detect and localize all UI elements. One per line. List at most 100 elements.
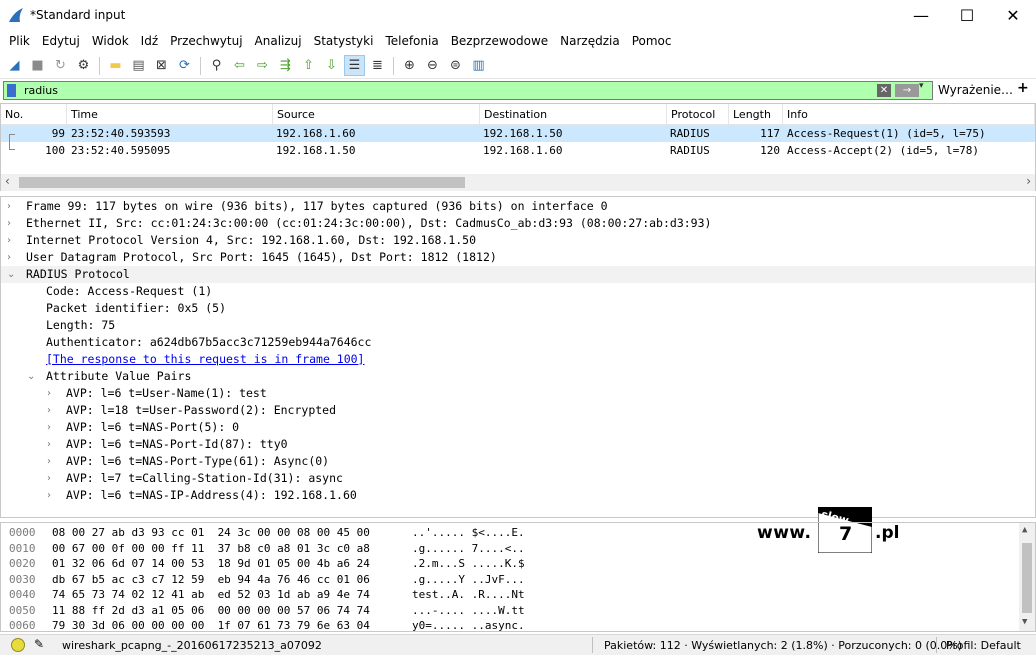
tree-item[interactable]: › Ethernet II, Src: cc:01:24:3c:00:00 (cc… (1, 215, 1035, 232)
scroll-thumb[interactable] (1022, 543, 1032, 613)
hex-row[interactable]: 0030 db 67 b5 ac c3 c7 12 59 eb 94 4a 76 … (1, 572, 1018, 587)
maximize-button[interactable]: ☐ (944, 0, 990, 31)
tree-item[interactable]: › Internet Protocol Version 4, Src: 192.1… (1, 232, 1035, 249)
hex-bytes[interactable]: 11 88 ff 2d d3 a1 05 06 00 00 00 00 57 0… (52, 603, 370, 618)
go-forward-icon[interactable]: ⇨ (252, 55, 273, 76)
hex-ascii[interactable]: ..'..... $<....E. (412, 525, 525, 540)
add-filter-button[interactable]: + (1017, 80, 1029, 96)
tree-item[interactable]: ⌄ Attribute Value Pairs (1, 368, 1035, 385)
tree-item[interactable]: Length: 75 (1, 317, 1035, 334)
hex-row[interactable]: 0000 08 00 27 ab d3 93 cc 01 24 3c 00 00 … (1, 525, 1018, 540)
expand-arrow-icon[interactable]: › (47, 470, 51, 487)
column-header-protocol[interactable]: Protocol (667, 104, 729, 125)
close-file-icon[interactable]: ⊠ (151, 55, 172, 76)
tree-item[interactable]: › User Datagram Protocol, Src Port: 1645 … (1, 249, 1035, 266)
tree-item[interactable]: › AVP: l=6 t=User-Name(1): test (1, 385, 1035, 402)
go-to-packet-icon[interactable]: ⇶ (275, 55, 296, 76)
tree-item[interactable]: › AVP: l=7 t=Calling-Station-Id(31): asyn… (1, 470, 1035, 487)
filter-value[interactable]: radius (24, 84, 58, 97)
scroll-right-icon[interactable]: › (1026, 174, 1031, 188)
expand-arrow-icon[interactable]: › (7, 232, 11, 249)
expand-arrow-icon[interactable]: › (47, 419, 51, 436)
hex-row[interactable]: 0040 74 65 73 74 02 12 41 ab ed 52 03 1d … (1, 587, 1018, 602)
column-header-destination[interactable]: Destination (480, 104, 667, 125)
packet-row[interactable]: 100 23:52:40.595095 192.168.1.50 192.168.1.… (1, 142, 1035, 159)
hex-row[interactable]: 0010 00 67 00 0f 00 00 ff 11 37 b8 c0 a8 … (1, 541, 1018, 556)
column-header-source[interactable]: Source (273, 104, 480, 125)
hex-bytes[interactable]: 79 30 3d 06 00 00 00 00 1f 07 61 73 79 6… (52, 618, 370, 633)
hex-bytes[interactable]: 08 00 27 ab d3 93 cc 01 24 3c 00 00 08 0… (52, 525, 370, 540)
profile-status[interactable]: Profil: Default (946, 639, 1021, 652)
tree-item[interactable]: › AVP: l=18 t=User-Password(2): Encrypted (1, 402, 1035, 419)
menu-item-4[interactable]: Przechwytuj (164, 31, 248, 52)
zoom-out-icon[interactable]: ⊖ (422, 55, 443, 76)
response-frame-link[interactable]: [The response to this request is in fram… (46, 351, 365, 368)
save-file-icon[interactable]: ▤ (128, 55, 149, 76)
minimize-button[interactable]: — (898, 0, 944, 31)
menu-item-3[interactable]: Idź (135, 31, 164, 52)
hex-bytes[interactable]: 00 67 00 0f 00 00 ff 11 37 b8 c0 a8 01 3… (52, 541, 370, 556)
expand-arrow-icon[interactable]: › (7, 249, 11, 266)
tree-item[interactable]: › AVP: l=6 t=NAS-IP-Address(4): 192.168.1… (1, 487, 1035, 504)
hex-row[interactable]: 0050 11 88 ff 2d d3 a1 05 06 00 00 00 00 … (1, 603, 1018, 618)
tree-item[interactable]: › AVP: l=6 t=NAS-Port-Id(87): tty0 (1, 436, 1035, 453)
column-header-no[interactable]: No. (1, 104, 67, 125)
expand-arrow-icon[interactable]: › (7, 215, 11, 232)
autoscroll-icon[interactable]: ☰ (344, 55, 365, 76)
filter-history-dropdown-icon[interactable]: ▾ (919, 81, 924, 91)
bookmark-icon[interactable] (7, 84, 16, 97)
resize-columns-icon[interactable]: ▥ (468, 55, 489, 76)
expert-info-icon[interactable] (11, 638, 25, 652)
restart-capture-icon[interactable]: ↻ (50, 55, 71, 76)
hex-ascii[interactable]: .2.m...S .....K.$ (412, 556, 525, 571)
reload-file-icon[interactable]: ⟳ (174, 55, 195, 76)
expand-arrow-icon[interactable]: › (7, 198, 11, 215)
display-filter-input[interactable]: radius ✕ → (3, 81, 933, 100)
tree-item[interactable]: › AVP: l=6 t=NAS-Port(5): 0 (1, 419, 1035, 436)
zoom-in-icon[interactable]: ⊕ (399, 55, 420, 76)
last-packet-icon[interactable]: ⇩ (321, 55, 342, 76)
hex-row[interactable]: 0020 01 32 06 6d 07 14 00 53 18 9d 01 05 … (1, 556, 1018, 571)
stop-capture-icon[interactable]: ■ (27, 55, 48, 76)
go-back-icon[interactable]: ⇦ (229, 55, 250, 76)
column-header-time[interactable]: Time (67, 104, 273, 125)
capture-comment-icon[interactable]: ✎ (34, 637, 44, 651)
clear-filter-icon[interactable]: ✕ (877, 84, 891, 97)
hex-bytes[interactable]: 74 65 73 74 02 12 41 ab ed 52 03 1d ab a… (52, 587, 370, 602)
hex-ascii[interactable]: test..A. .R....Nt (412, 587, 525, 602)
menu-item-2[interactable]: Widok (86, 31, 135, 52)
tree-item[interactable]: › Frame 99: 117 bytes on wire (936 bits),… (1, 198, 1035, 215)
column-header-length[interactable]: Length (729, 104, 783, 125)
collapse-arrow-icon[interactable]: ⌄ (7, 266, 15, 283)
zoom-reset-icon[interactable]: ⊜ (445, 55, 466, 76)
tree-item[interactable]: › AVP: l=6 t=NAS-Port-Type(61): Async(0) (1, 453, 1035, 470)
scroll-down-icon[interactable]: ▼ (1022, 617, 1027, 627)
menu-item-9[interactable]: Narzędzia (554, 31, 626, 52)
expand-arrow-icon[interactable]: › (47, 487, 51, 504)
find-packet-icon[interactable]: ⚲ (206, 55, 227, 76)
hex-ascii[interactable]: y0=..... ..async. (412, 618, 525, 633)
start-capture-icon[interactable]: ◢ (4, 55, 25, 76)
bytes-vscrollbar[interactable]: ▲ ▼ (1019, 523, 1035, 631)
tree-item[interactable]: ⌄ RADIUS Protocol (1, 266, 1035, 283)
menu-item-8[interactable]: Bezprzewodowe (445, 31, 554, 52)
colorize-icon[interactable]: ≣ (367, 55, 388, 76)
hex-bytes[interactable]: 01 32 06 6d 07 14 00 53 18 9d 01 05 00 4… (52, 556, 370, 571)
tree-item[interactable]: [The response to this request is in fram… (1, 351, 1035, 368)
first-packet-icon[interactable]: ⇧ (298, 55, 319, 76)
open-file-icon[interactable]: ▬ (105, 55, 126, 76)
hex-bytes[interactable]: db 67 b5 ac c3 c7 12 59 eb 94 4a 76 46 c… (52, 572, 370, 587)
collapse-arrow-icon[interactable]: ⌄ (27, 368, 35, 385)
scroll-left-icon[interactable]: ‹ (5, 174, 10, 188)
expand-arrow-icon[interactable]: › (47, 453, 51, 470)
apply-filter-icon[interactable]: → (895, 84, 919, 97)
hex-row[interactable]: 0060 79 30 3d 06 00 00 00 00 1f 07 61 73 … (1, 618, 1018, 633)
packet-row[interactable]: 99 23:52:40.593593 192.168.1.60 192.168.1.5… (1, 125, 1035, 142)
expression-button[interactable]: Wyrażenie… (938, 83, 1013, 97)
expand-arrow-icon[interactable]: › (47, 436, 51, 453)
scroll-thumb[interactable] (19, 177, 465, 188)
hex-ascii[interactable]: .g.....Y ..JvF... (412, 572, 525, 587)
tree-item[interactable]: Packet identifier: 0x5 (5) (1, 300, 1035, 317)
menu-item-7[interactable]: Telefonia (379, 31, 444, 52)
menu-item-0[interactable]: Plik (3, 31, 36, 52)
